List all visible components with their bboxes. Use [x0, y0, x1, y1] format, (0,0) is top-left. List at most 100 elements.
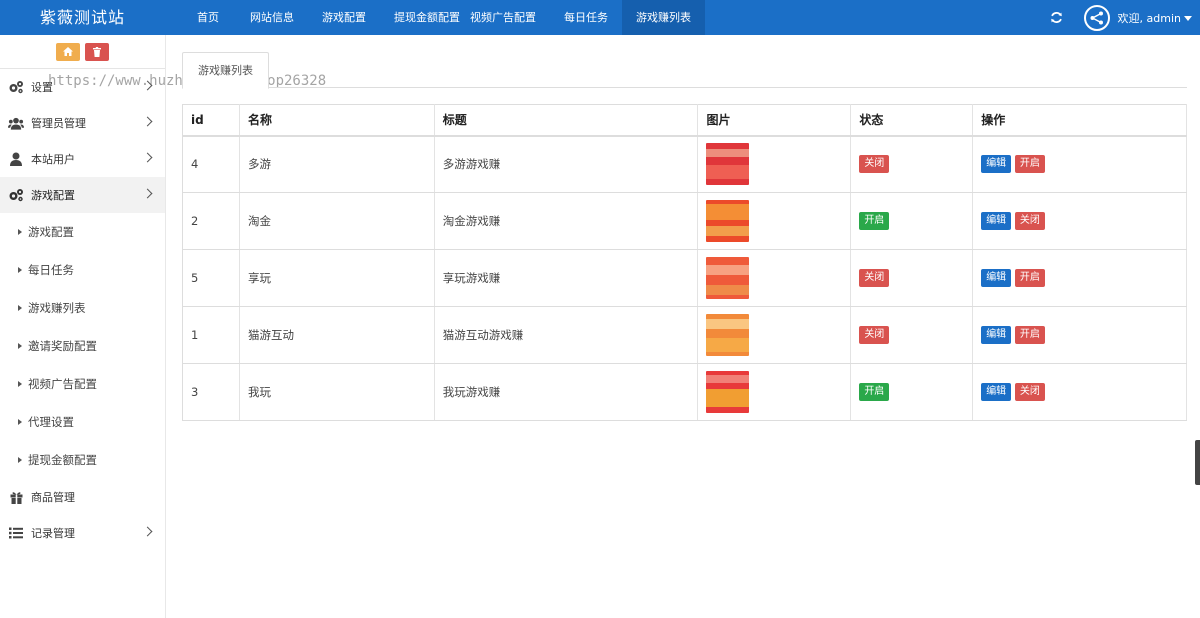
cell-title: 多游游戏赚: [434, 135, 699, 193]
status-badge: 关闭: [859, 326, 890, 344]
sidebar-item-game-config[interactable]: 游戏配置: [0, 177, 165, 213]
tab-game-earn-list[interactable]: 游戏赚列表: [182, 52, 269, 89]
sidebar-item-site-users[interactable]: 本站用户: [0, 141, 165, 177]
subitem-label: 代理设置: [28, 415, 74, 429]
cell-image: [697, 363, 852, 421]
cell-status: 关闭: [850, 249, 974, 307]
subitem-label: 邀请奖励配置: [28, 339, 97, 353]
table-row: 5 享玩 享玩游戏赚 关闭 编辑 开启: [182, 249, 1187, 307]
toggle-button[interactable]: 开启: [1014, 269, 1045, 287]
chevron-right-icon: [142, 116, 153, 127]
sidebar-item-admin-management[interactable]: 管理员管理: [0, 105, 165, 141]
toggle-button[interactable]: 关闭: [1014, 383, 1045, 401]
cell-id: 1: [182, 306, 240, 364]
caret-right-icon: [18, 305, 22, 311]
refresh-icon[interactable]: [1042, 0, 1072, 35]
cell-name: 享玩: [239, 249, 435, 307]
cell-id: 3: [182, 363, 240, 421]
subitem-label: 提现金额配置: [28, 453, 97, 467]
sidebar-subitem-daily-task[interactable]: 每日任务: [0, 251, 165, 289]
status-badge: 开启: [859, 212, 890, 230]
edit-button[interactable]: 编辑: [981, 212, 1012, 230]
sidebar-item-settings[interactable]: 设置: [0, 69, 165, 105]
cell-status: 开启: [850, 192, 974, 250]
table-row: 2 淘金 淘金游戏赚 开启 编辑 关闭: [182, 192, 1187, 250]
game-thumbnail: [706, 371, 750, 413]
edit-button[interactable]: 编辑: [981, 155, 1012, 174]
subitem-label: 每日任务: [28, 263, 74, 277]
clear-cache-button[interactable]: [85, 42, 109, 61]
cell-image: [697, 192, 852, 250]
game-thumbnail: [706, 143, 750, 186]
toggle-button[interactable]: 关闭: [1014, 212, 1045, 230]
nav-game-config[interactable]: 游戏配置: [308, 0, 380, 35]
column-header-status: 状态: [850, 104, 974, 137]
cell-title: 享玩游戏赚: [434, 249, 699, 307]
cell-name: 淘金: [239, 192, 435, 250]
nav-home[interactable]: 首页: [180, 0, 236, 35]
sidebar-item-label: 记录管理: [31, 527, 75, 540]
column-header-id: id: [182, 104, 240, 137]
sidebar-subitem-invite-reward-config[interactable]: 邀请奖励配置: [0, 327, 165, 365]
nav-daily-task[interactable]: 每日任务: [550, 0, 622, 35]
list-icon: [8, 525, 24, 541]
table-row: 1 猫游互动 猫游互动游戏赚 关闭 编辑 开启: [182, 306, 1187, 364]
sidebar-subitem-agent-settings[interactable]: 代理设置: [0, 403, 165, 441]
edit-button[interactable]: 编辑: [981, 383, 1012, 401]
main-content: 游戏赚列表 id 名称 标题 图片 状态 操作 4 多游 多游游戏赚 关闭 编辑…: [182, 35, 1187, 421]
sidebar-subitem-video-ad-config[interactable]: 视频广告配置: [0, 365, 165, 403]
gift-icon: [8, 489, 24, 505]
sidebar-item-record-management[interactable]: 记录管理: [0, 515, 165, 551]
sidebar-item-label: 管理员管理: [31, 117, 86, 130]
cell-name: 猫游互动: [239, 306, 435, 364]
cell-status: 关闭: [850, 135, 974, 193]
cell-image: [697, 306, 852, 364]
table-header-row: id 名称 标题 图片 状态 操作: [182, 104, 1187, 137]
nav-withdraw-config[interactable]: 提现金额配置: [380, 0, 465, 35]
share-icon[interactable]: [1083, 4, 1110, 31]
user-menu[interactable]: 欢迎, admin: [1118, 10, 1192, 26]
status-badge: 关闭: [859, 269, 890, 287]
home-icon: [63, 47, 73, 56]
game-thumbnail: [706, 314, 750, 356]
cell-status: 开启: [850, 363, 974, 421]
sidebar-subitem-game-earn-list[interactable]: 游戏赚列表: [0, 289, 165, 327]
sidebar-tools: [0, 35, 165, 69]
column-header-name: 名称: [239, 104, 435, 137]
cell-actions: 编辑 关闭: [972, 192, 1187, 250]
edit-button[interactable]: 编辑: [981, 326, 1012, 344]
cell-actions: 编辑 关闭: [972, 363, 1187, 421]
sidebar: 设置 管理员管理 本站用户 游戏配置 游戏配置 每日任务 游戏赚列表 邀请奖励配…: [0, 35, 166, 618]
chevron-right-icon: [142, 188, 153, 199]
cell-image: [697, 249, 852, 307]
caret-right-icon: [18, 457, 22, 463]
toggle-button[interactable]: 开启: [1014, 155, 1045, 174]
table-row: 3 我玩 我玩游戏赚 开启 编辑 关闭: [182, 363, 1187, 421]
edit-button[interactable]: 编辑: [981, 269, 1012, 287]
column-header-title: 标题: [434, 104, 699, 137]
cell-name: 我玩: [239, 363, 435, 421]
nav-video-ad-config[interactable]: 视频广告配置: [465, 0, 550, 35]
status-badge: 开启: [859, 383, 890, 401]
site-title[interactable]: 紫薇测试站: [0, 0, 165, 35]
gears-icon: [8, 187, 24, 203]
side-panel-handle[interactable]: [1195, 440, 1200, 485]
nav-game-earn-list[interactable]: 游戏赚列表: [622, 0, 705, 35]
sidebar-subitem-game-config[interactable]: 游戏配置: [0, 213, 165, 251]
users-icon: [8, 115, 24, 131]
sidebar-subitem-withdraw-config[interactable]: 提现金额配置: [0, 441, 165, 479]
cell-name: 多游: [239, 135, 435, 193]
cell-id: 4: [182, 135, 240, 193]
status-badge: 关闭: [859, 155, 890, 174]
top-right-tools: 欢迎, admin: [1042, 0, 1200, 35]
welcome-text: 欢迎, admin: [1117, 11, 1181, 25]
sidebar-item-goods-management[interactable]: 商品管理: [0, 479, 165, 515]
subitem-label: 视频广告配置: [28, 377, 97, 391]
nav-site-info[interactable]: 网站信息: [236, 0, 308, 35]
home-button[interactable]: [56, 42, 80, 61]
chevron-right-icon: [142, 152, 153, 163]
toggle-button[interactable]: 开启: [1014, 326, 1045, 344]
subitem-label: 游戏赚列表: [28, 301, 86, 315]
subitem-label: 游戏配置: [28, 225, 74, 239]
trash-icon: [93, 46, 101, 57]
